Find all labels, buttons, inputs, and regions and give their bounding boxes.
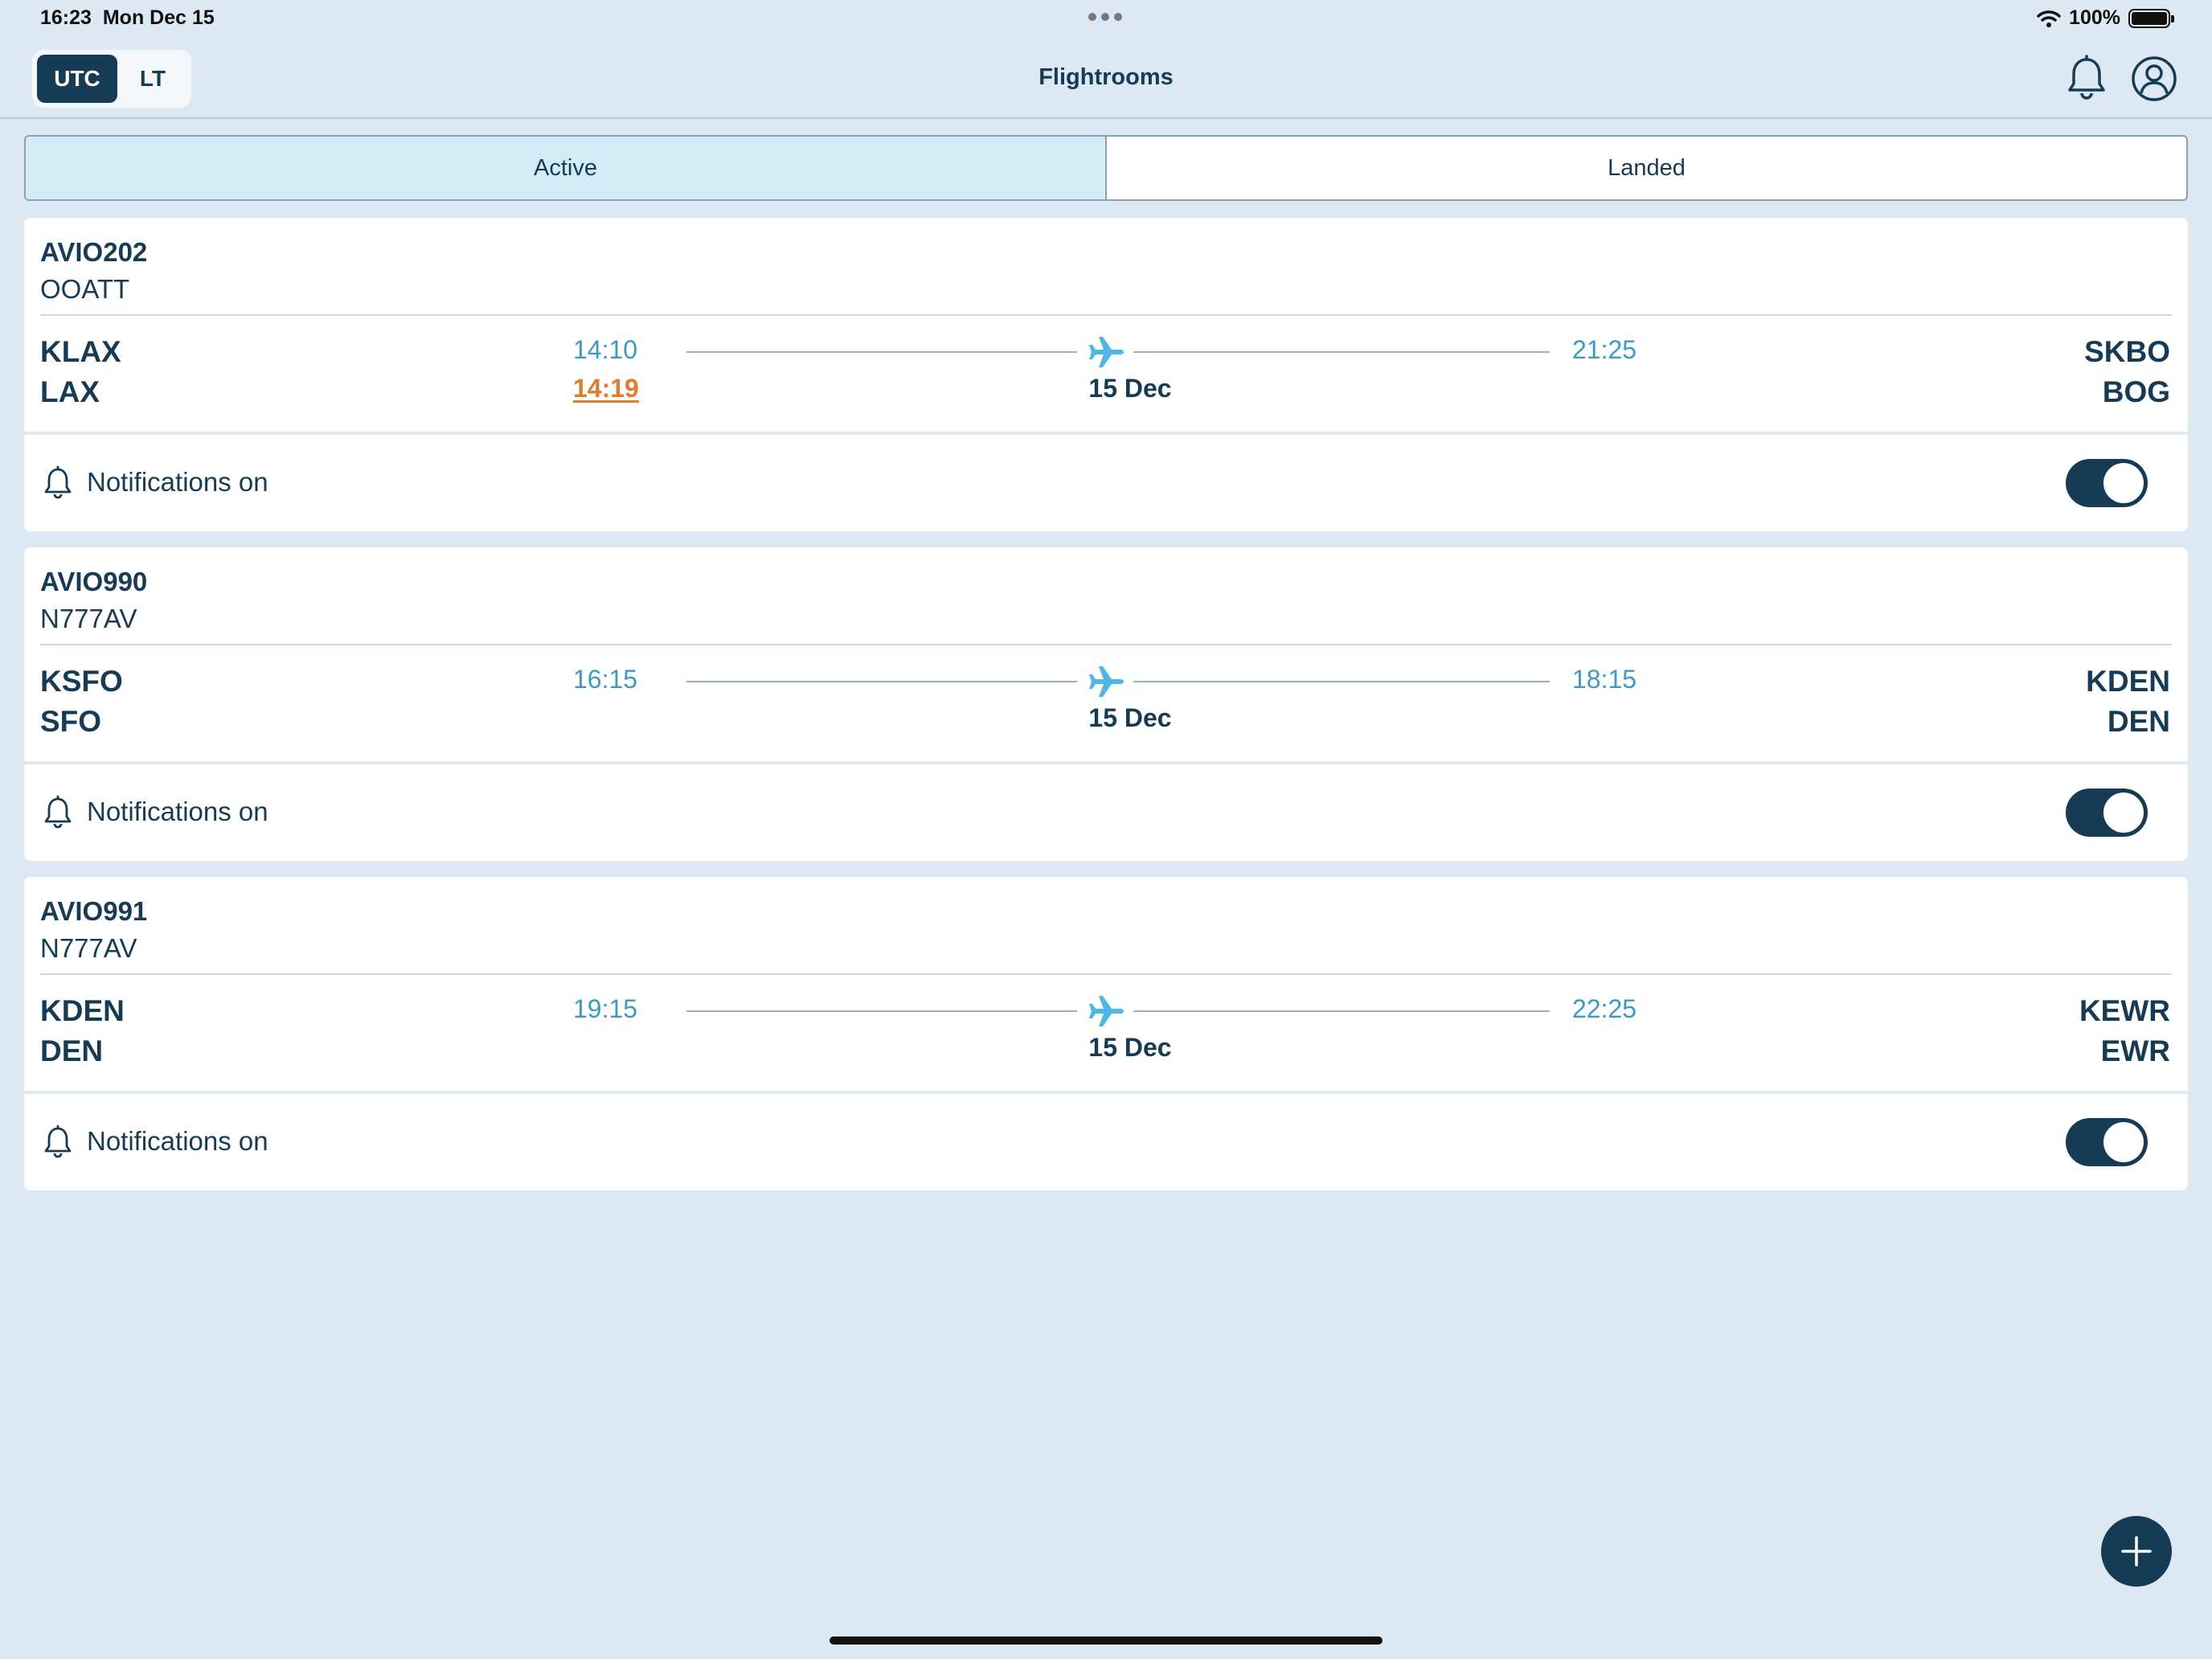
origin-icao: KLAX [40, 335, 121, 368]
battery-percent: 100% [2069, 6, 2120, 29]
divider [40, 644, 2172, 645]
notifications-label: Notifications on [87, 797, 268, 826]
tab-landed[interactable]: Landed [1105, 137, 2186, 199]
status-time: 16:23 Mon Dec 15 [40, 6, 215, 30]
divider [40, 314, 2172, 316]
divider [40, 973, 2172, 975]
origin-iata: DEN [40, 1034, 104, 1067]
toggle-knob [2103, 793, 2144, 833]
aircraft-registration: N777AV [40, 933, 137, 963]
battery-icon [2128, 8, 2174, 28]
destination-iata: BOG [2102, 375, 2170, 408]
route-line [686, 351, 1077, 353]
bell-icon [44, 795, 72, 829]
origin-iata: LAX [40, 375, 100, 408]
flight-card[interactable]: AVIO990 N777AV KSFO SFO 16:15 18:15 15 D… [24, 547, 2188, 861]
notifications-row: Notifications on [24, 435, 2188, 531]
flight-number: AVIO202 [40, 237, 148, 267]
status-right: 100% [2037, 6, 2174, 30]
notifications-toggle[interactable] [2066, 1118, 2148, 1166]
flight-date: 15 Dec [1088, 703, 1172, 732]
add-flight-button[interactable] [2101, 1516, 2172, 1587]
flight-card[interactable]: AVIO202 OOATT KLAX LAX 14:10 14:19 21:25… [24, 218, 2188, 531]
multitasking-dots-icon[interactable] [1088, 13, 1122, 21]
origin-icao: KSFO [40, 665, 123, 698]
toggle-knob [2103, 1122, 2144, 1162]
toggle-knob [2103, 463, 2144, 503]
flight-number: AVIO991 [40, 896, 148, 926]
tab-active[interactable]: Active [26, 137, 1107, 199]
aircraft-registration: N777AV [40, 604, 137, 633]
flight-card[interactable]: AVIO991 N777AV KDEN DEN 19:15 22:25 15 D… [24, 877, 2188, 1190]
notifications-label: Notifications on [87, 467, 268, 497]
clock-date: Mon Dec 15 [102, 6, 215, 29]
notifications-row: Notifications on [24, 764, 2188, 861]
departure-time: 14:10 [573, 335, 638, 364]
arrival-time: 21:25 [1572, 335, 1637, 364]
airplane-icon [1089, 996, 1124, 1026]
home-indicator[interactable] [830, 1636, 1382, 1645]
route-line [686, 681, 1077, 682]
plus-icon [2121, 1536, 2152, 1567]
notifications-label: Notifications on [87, 1126, 268, 1156]
flight-number: AVIO990 [40, 567, 148, 596]
departure-time: 16:15 [573, 665, 638, 694]
notifications-toggle[interactable] [2066, 789, 2148, 837]
notifications-row: Notifications on [24, 1094, 2188, 1190]
route-line [686, 1010, 1077, 1012]
status-bar: 16:23 Mon Dec 15 100% [0, 0, 2212, 39]
notifications-toggle[interactable] [2066, 459, 2148, 507]
airplane-icon [1089, 666, 1124, 697]
route-line [1133, 681, 1550, 682]
destination-iata: EWR [2100, 1034, 2170, 1067]
bell-icon[interactable] [2061, 53, 2112, 104]
departure-time: 19:15 [573, 994, 638, 1023]
arrival-time: 18:15 [1572, 665, 1637, 694]
page-title: Flightrooms [1038, 64, 1174, 90]
arrival-time: 22:25 [1572, 994, 1637, 1023]
clock-time: 16:23 [40, 6, 92, 29]
app-header: UTC LT Flightrooms [0, 39, 2212, 119]
aircraft-registration: OOATT [40, 274, 130, 304]
route-line [1133, 351, 1550, 353]
flight-date: 15 Dec [1088, 374, 1172, 403]
origin-icao: KDEN [40, 994, 125, 1027]
route-line [1133, 1010, 1550, 1012]
destination-icao: KEWR [2079, 994, 2170, 1027]
departure-actual-time[interactable]: 14:19 [573, 374, 639, 403]
wifi-icon [2037, 10, 2061, 27]
flight-date: 15 Dec [1088, 1033, 1172, 1062]
destination-iata: DEN [2107, 705, 2170, 738]
airplane-icon [1089, 337, 1124, 367]
bell-icon [44, 1124, 72, 1158]
origin-iata: SFO [40, 705, 102, 738]
flight-status-tabs: Active Landed [24, 135, 2188, 201]
user-icon[interactable] [2128, 53, 2180, 104]
bell-icon [44, 465, 72, 499]
destination-icao: KDEN [2086, 665, 2170, 698]
destination-icao: SKBO [2084, 335, 2170, 368]
